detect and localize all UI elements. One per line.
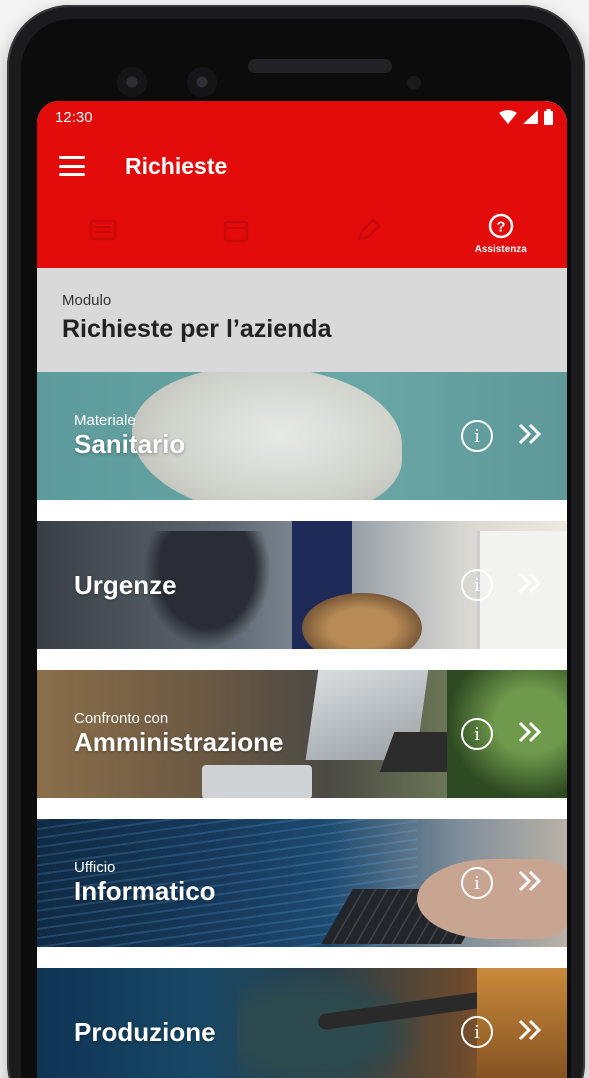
- card-title: Informatico: [74, 876, 216, 906]
- status-icons: [499, 109, 553, 125]
- card-title: Urgenze: [74, 569, 177, 600]
- app-bar: Richieste: [37, 133, 567, 199]
- card-amministrazione[interactable]: Confronto con Amministrazione i: [37, 670, 567, 798]
- card-title: Sanitario: [74, 429, 186, 459]
- card-text: Confronto con Amministrazione: [74, 710, 284, 758]
- front-camera-icon: [187, 67, 217, 97]
- info-icon[interactable]: i: [461, 718, 493, 750]
- double-chevron-right-icon[interactable]: [517, 421, 543, 452]
- hamburger-menu-icon[interactable]: [59, 156, 85, 176]
- card-actions: i: [461, 867, 543, 899]
- tab-assistenza[interactable]: ? Assistenza: [435, 199, 568, 268]
- module-title: Richieste per l’azienda: [62, 315, 332, 343]
- proximity-sensor: [407, 76, 421, 90]
- tablet-image: [202, 765, 312, 798]
- calendar-icon: [223, 220, 248, 243]
- card-actions: i: [461, 420, 543, 452]
- module-header: Modulo Richieste per l’azienda: [37, 268, 567, 372]
- module-label: Modulo: [62, 292, 112, 309]
- card-urgenze[interactable]: Urgenze i: [37, 521, 567, 649]
- info-icon[interactable]: i: [461, 1016, 493, 1048]
- double-chevron-right-icon[interactable]: [517, 570, 543, 601]
- card-actions: i: [461, 569, 543, 601]
- card-produzione[interactable]: Produzione i: [37, 968, 567, 1078]
- card-title: Amministrazione: [74, 727, 284, 757]
- status-time: 12:30: [55, 108, 93, 126]
- card-text: Urgenze: [74, 570, 177, 601]
- info-icon[interactable]: i: [461, 867, 493, 899]
- wifi-icon: [499, 110, 517, 124]
- card-subtitle: Materiale: [74, 412, 136, 429]
- card-subtitle: Ufficio: [74, 859, 116, 876]
- double-chevron-right-icon[interactable]: [517, 868, 543, 899]
- card-actions: i: [461, 718, 543, 750]
- card-subtitle: Confronto con: [74, 710, 169, 727]
- info-icon[interactable]: i: [461, 420, 493, 452]
- signal-icon: [523, 110, 538, 124]
- tab-news[interactable]: [37, 199, 170, 268]
- app-screen: 12:30 Richieste ? Assistenza Modulo Rich…: [37, 101, 567, 1078]
- card-text: Materiale Sanitario: [74, 412, 185, 460]
- card-informatico[interactable]: Ufficio Informatico i: [37, 819, 567, 947]
- pencil-icon: [357, 218, 382, 241]
- status-bar: 12:30: [37, 101, 567, 133]
- help-circle-icon: ?: [488, 213, 513, 238]
- earpiece-speaker: [248, 59, 392, 73]
- card-text: Ufficio Informatico: [74, 859, 216, 907]
- tab-calendar[interactable]: [170, 199, 303, 268]
- double-chevron-right-icon[interactable]: [517, 719, 543, 750]
- tab-bar: ? Assistenza: [37, 199, 567, 268]
- card-title: Produzione: [74, 1016, 216, 1047]
- front-camera-icon: [117, 67, 147, 97]
- news-icon: [90, 219, 117, 241]
- request-list: Materiale Sanitario i Urgenze i Confront…: [37, 372, 567, 1078]
- info-icon[interactable]: i: [461, 569, 493, 601]
- svg-text:?: ?: [496, 218, 505, 235]
- card-text: Produzione: [74, 1017, 216, 1048]
- tab-label: Assistenza: [474, 243, 527, 255]
- page-title: Richieste: [125, 152, 228, 179]
- card-actions: i: [461, 1016, 543, 1048]
- tab-edit[interactable]: [302, 199, 435, 268]
- card-sanitario[interactable]: Materiale Sanitario i: [37, 372, 567, 500]
- double-chevron-right-icon[interactable]: [517, 1017, 543, 1048]
- battery-icon: [544, 109, 553, 125]
